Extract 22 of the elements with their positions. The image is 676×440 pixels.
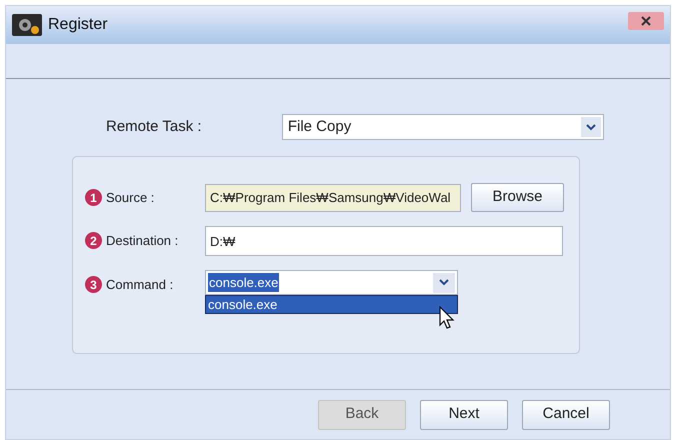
field-label: Destination : [106, 232, 178, 250]
browse-button[interactable]: Browse [471, 183, 564, 212]
window-title: Register [48, 15, 108, 35]
field-label: Source : [106, 189, 154, 207]
chevron-down-icon [439, 279, 449, 286]
step-number-badge: 3 [85, 276, 102, 294]
gear-icon [12, 14, 42, 36]
close-button[interactable] [628, 12, 664, 30]
field-label: Command : [106, 276, 174, 294]
close-icon [641, 16, 651, 26]
command-dropdown[interactable]: console.exe [205, 270, 458, 295]
remote-task-dropdown[interactable]: File Copy [282, 114, 604, 140]
remote-task-label: Remote Task : [105, 116, 203, 137]
dialog-button[interactable]: Next [420, 400, 508, 430]
step-number-badge: 1 [85, 189, 102, 206]
destination-field[interactable]: D:₩ [205, 226, 563, 256]
step-number-badge: 2 [85, 232, 102, 250]
command-value: console.exe [208, 272, 280, 292]
chevron-down-icon [586, 124, 596, 130]
dialog-button[interactable]: Cancel [522, 400, 610, 430]
source-field[interactable]: C:₩Program Files₩Samsung₩VideoWal [205, 184, 461, 212]
dropdown-option[interactable]: console.exe [206, 296, 457, 313]
